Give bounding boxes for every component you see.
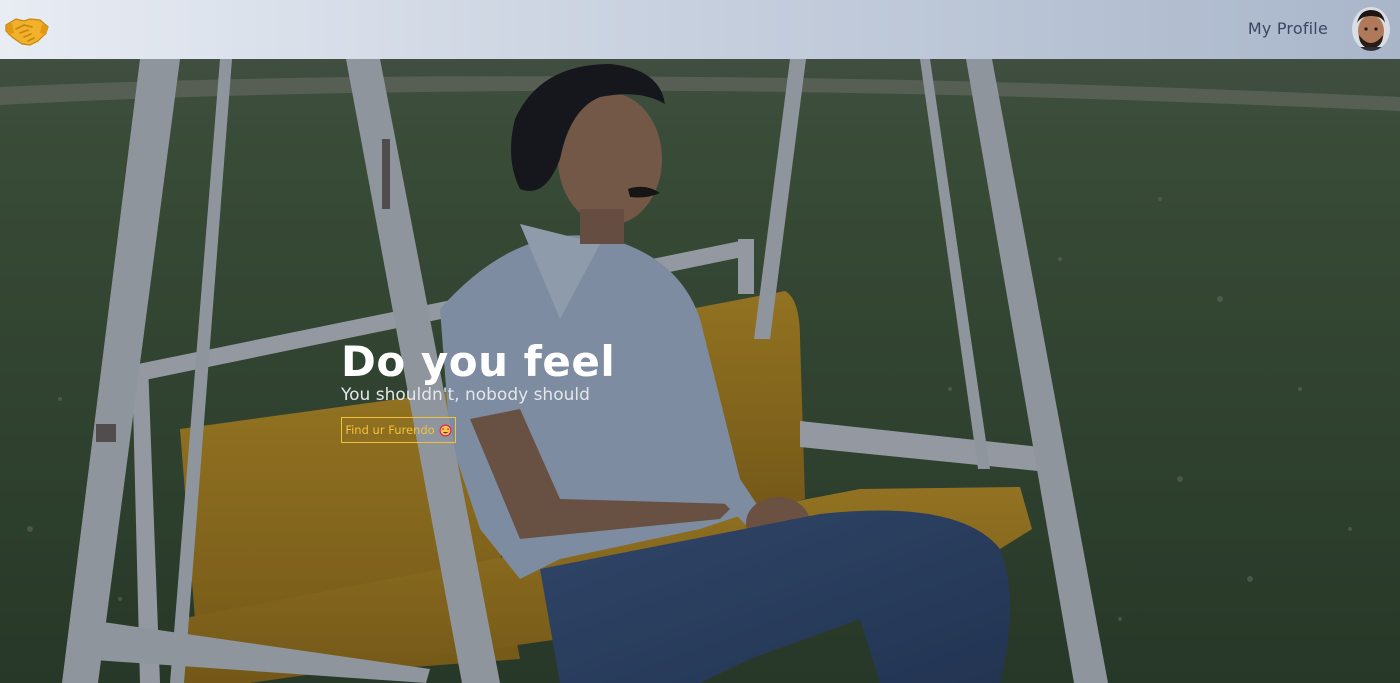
heart-eyes-emoji-icon xyxy=(439,424,452,437)
my-profile-link[interactable]: My Profile xyxy=(1248,19,1328,38)
user-avatar[interactable] xyxy=(1352,7,1390,51)
hero-section xyxy=(0,59,1400,683)
hero-subtitle: You shouldn't, nobody should xyxy=(341,385,590,405)
page: My Profile Do you feel You shouldn't, no… xyxy=(0,0,1400,683)
handshake-icon[interactable] xyxy=(4,11,50,49)
navbar: My Profile xyxy=(0,0,1400,59)
cta-label: Find ur Furendo xyxy=(345,423,435,437)
hero-title: Do you feel xyxy=(341,337,616,386)
hero-dark-overlay xyxy=(0,59,1400,683)
find-furendo-button[interactable]: Find ur Furendo xyxy=(341,417,456,443)
